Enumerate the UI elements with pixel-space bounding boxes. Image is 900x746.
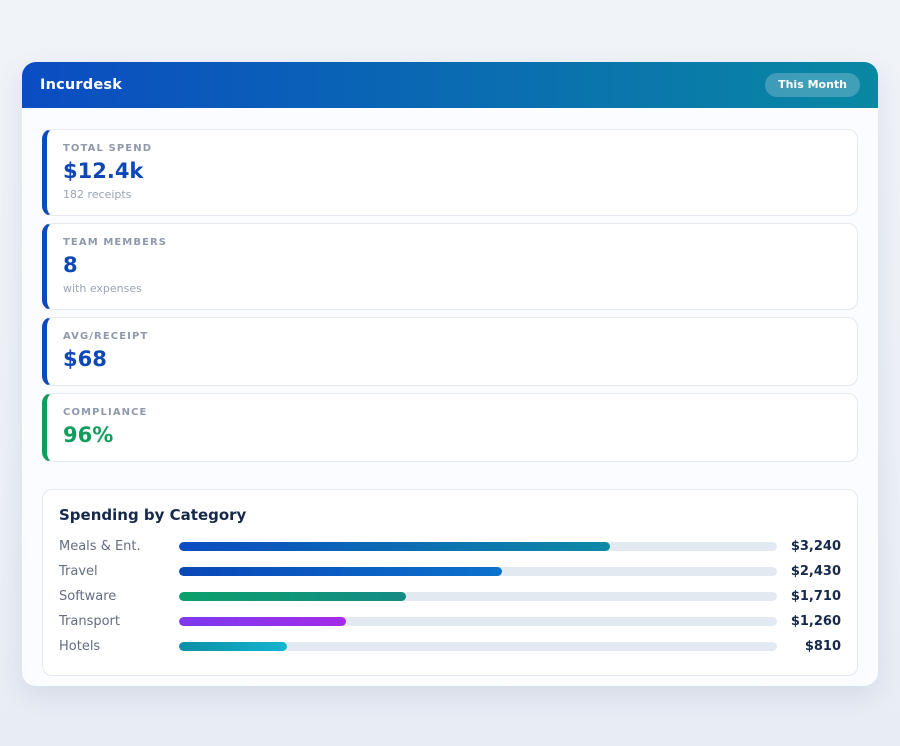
chart-row-label: Transport [59, 614, 179, 629]
bar-fill [179, 567, 502, 576]
bar-fill [179, 642, 287, 651]
chart-row: Travel $2,430 [59, 559, 841, 584]
stat-value: $12.4k [63, 160, 841, 183]
bar-track [179, 617, 777, 626]
stat-label: COMPLIANCE [63, 407, 841, 418]
app-header: Incurdesk This Month [22, 62, 878, 108]
stat-card: TEAM MEMBERS 8 with expenses [42, 223, 858, 310]
chart-row-label: Hotels [59, 639, 179, 654]
chart-row-label: Software [59, 589, 179, 604]
stat-value: $68 [63, 348, 841, 371]
stat-subtext: with expenses [63, 282, 841, 295]
stat-card: COMPLIANCE 96% [42, 393, 858, 462]
chart-row-value: $2,430 [777, 564, 841, 579]
stat-value: 8 [63, 254, 841, 277]
chart-row-value: $3,240 [777, 539, 841, 554]
chart-title: Spending by Category [59, 506, 841, 524]
stat-card: TOTAL SPEND $12.4k 182 receipts [42, 129, 858, 216]
chart-row: Meals & Ent. $3,240 [59, 534, 841, 559]
stat-label: TEAM MEMBERS [63, 237, 841, 248]
dashboard-content: TOTAL SPEND $12.4k 182 receipts TEAM MEM… [22, 108, 878, 686]
bar-track [179, 642, 777, 651]
stat-subtext: 182 receipts [63, 188, 841, 201]
chart-row: Software $1,710 [59, 584, 841, 609]
stat-value: 96% [63, 424, 841, 447]
stat-label: TOTAL SPEND [63, 143, 841, 154]
chart-row-value: $1,260 [777, 614, 841, 629]
bar-track [179, 567, 777, 576]
chart-row-value: $1,710 [777, 589, 841, 604]
stat-card: AVG/RECEIPT $68 [42, 317, 858, 386]
period-badge[interactable]: This Month [765, 73, 860, 96]
bar-track [179, 592, 777, 601]
bar-track [179, 542, 777, 551]
dashboard-panel: Incurdesk This Month TOTAL SPEND $12.4k … [22, 62, 878, 686]
spending-chart-card: Spending by Category Meals & Ent. $3,240… [42, 489, 858, 676]
chart-row-label: Meals & Ent. [59, 539, 179, 554]
chart-row: Transport $1,260 [59, 609, 841, 634]
app-title: Incurdesk [40, 77, 122, 93]
stats-list: TOTAL SPEND $12.4k 182 receipts TEAM MEM… [42, 129, 858, 469]
bar-fill [179, 592, 406, 601]
chart-row-value: $810 [777, 639, 841, 654]
chart-row-label: Travel [59, 564, 179, 579]
bar-fill [179, 542, 610, 551]
chart-rows: Meals & Ent. $3,240 Travel $2,430 Softwa… [59, 534, 841, 659]
chart-row: Hotels $810 [59, 634, 841, 659]
bar-fill [179, 617, 346, 626]
stat-label: AVG/RECEIPT [63, 331, 841, 342]
